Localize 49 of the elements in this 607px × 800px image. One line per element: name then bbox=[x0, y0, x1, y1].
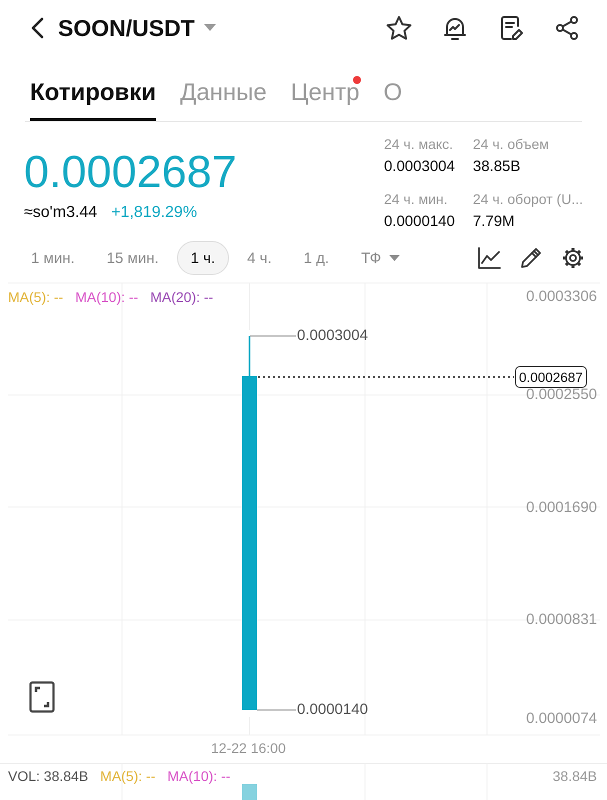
timeframe-tab[interactable]: 4 ч. bbox=[233, 241, 286, 275]
local-price: ≈so'm3.44 bbox=[24, 203, 98, 223]
timeframe-tab[interactable]: 1 ч. bbox=[176, 241, 230, 275]
stat-label: 24 ч. оборот (U... bbox=[472, 190, 583, 209]
ma-indicator: MA(20): -- bbox=[150, 288, 214, 306]
stat-label: 24 ч. мин. bbox=[384, 190, 449, 209]
timeframe-tab[interactable]: 1 мин. bbox=[17, 241, 89, 275]
price-axis-label: 0.0002550 bbox=[526, 386, 597, 404]
stat-label: 24 ч. макс. bbox=[384, 135, 454, 154]
settings-icon[interactable] bbox=[561, 246, 585, 270]
tab[interactable]: Котировки bbox=[30, 66, 156, 121]
star-icon[interactable] bbox=[385, 15, 413, 41]
timeframe-dropdown[interactable]: ТФ bbox=[347, 241, 414, 275]
line-chart-icon[interactable] bbox=[477, 246, 501, 270]
back-icon[interactable] bbox=[29, 16, 45, 40]
last-price-tag: 0.0002687 bbox=[515, 366, 587, 388]
caret-icon bbox=[389, 254, 400, 262]
tab[interactable]: Центр bbox=[290, 66, 360, 121]
fullscreen-icon[interactable] bbox=[29, 681, 55, 713]
ma-indicator: MA(10): -- bbox=[75, 288, 138, 306]
price-axis-label: 0.0001690 bbox=[526, 499, 597, 517]
pencil-icon[interactable] bbox=[519, 246, 543, 270]
volume-bar bbox=[242, 784, 257, 800]
timeframe-tab[interactable]: 15 мин. bbox=[92, 241, 173, 275]
stat-value: 0.0003004 bbox=[384, 157, 455, 177]
ma-indicator: MA(5): -- bbox=[8, 288, 64, 306]
low-price-label: 0.0000140 bbox=[297, 701, 368, 719]
ma-indicator: MA(10): -- bbox=[167, 767, 230, 785]
time-axis-label: 12-22 16:00 bbox=[211, 739, 286, 757]
price-axis-label: 0.0000074 bbox=[526, 710, 597, 728]
stat-value: 0.0000140 bbox=[384, 212, 455, 232]
bell-icon[interactable] bbox=[441, 15, 469, 41]
stat-value: 7.79M bbox=[472, 212, 516, 232]
last-price: 0.0002687 bbox=[24, 147, 237, 197]
stat-label: 24 ч. объем bbox=[472, 135, 550, 154]
volume-axis-label: 38.84B bbox=[552, 767, 597, 785]
high-price-label: 0.0003004 bbox=[297, 327, 368, 345]
pair-title[interactable]: SOON/USDT bbox=[58, 14, 195, 42]
volume-label: VOL: 38.84B bbox=[8, 767, 88, 785]
tab[interactable]: Данные bbox=[180, 66, 267, 121]
price-change: +1,819.29% bbox=[111, 203, 198, 223]
price-axis-label: 0.0003306 bbox=[526, 288, 597, 306]
share-icon[interactable] bbox=[553, 15, 581, 41]
tab[interactable]: О bbox=[383, 66, 402, 121]
timeframe-tab[interactable]: 1 д. bbox=[290, 241, 344, 275]
caret-icon[interactable] bbox=[204, 24, 216, 32]
stat-value: 38.85B bbox=[472, 157, 522, 177]
price-axis-label: 0.0000831 bbox=[526, 611, 597, 629]
ma-indicator: MA(5): -- bbox=[100, 767, 156, 785]
